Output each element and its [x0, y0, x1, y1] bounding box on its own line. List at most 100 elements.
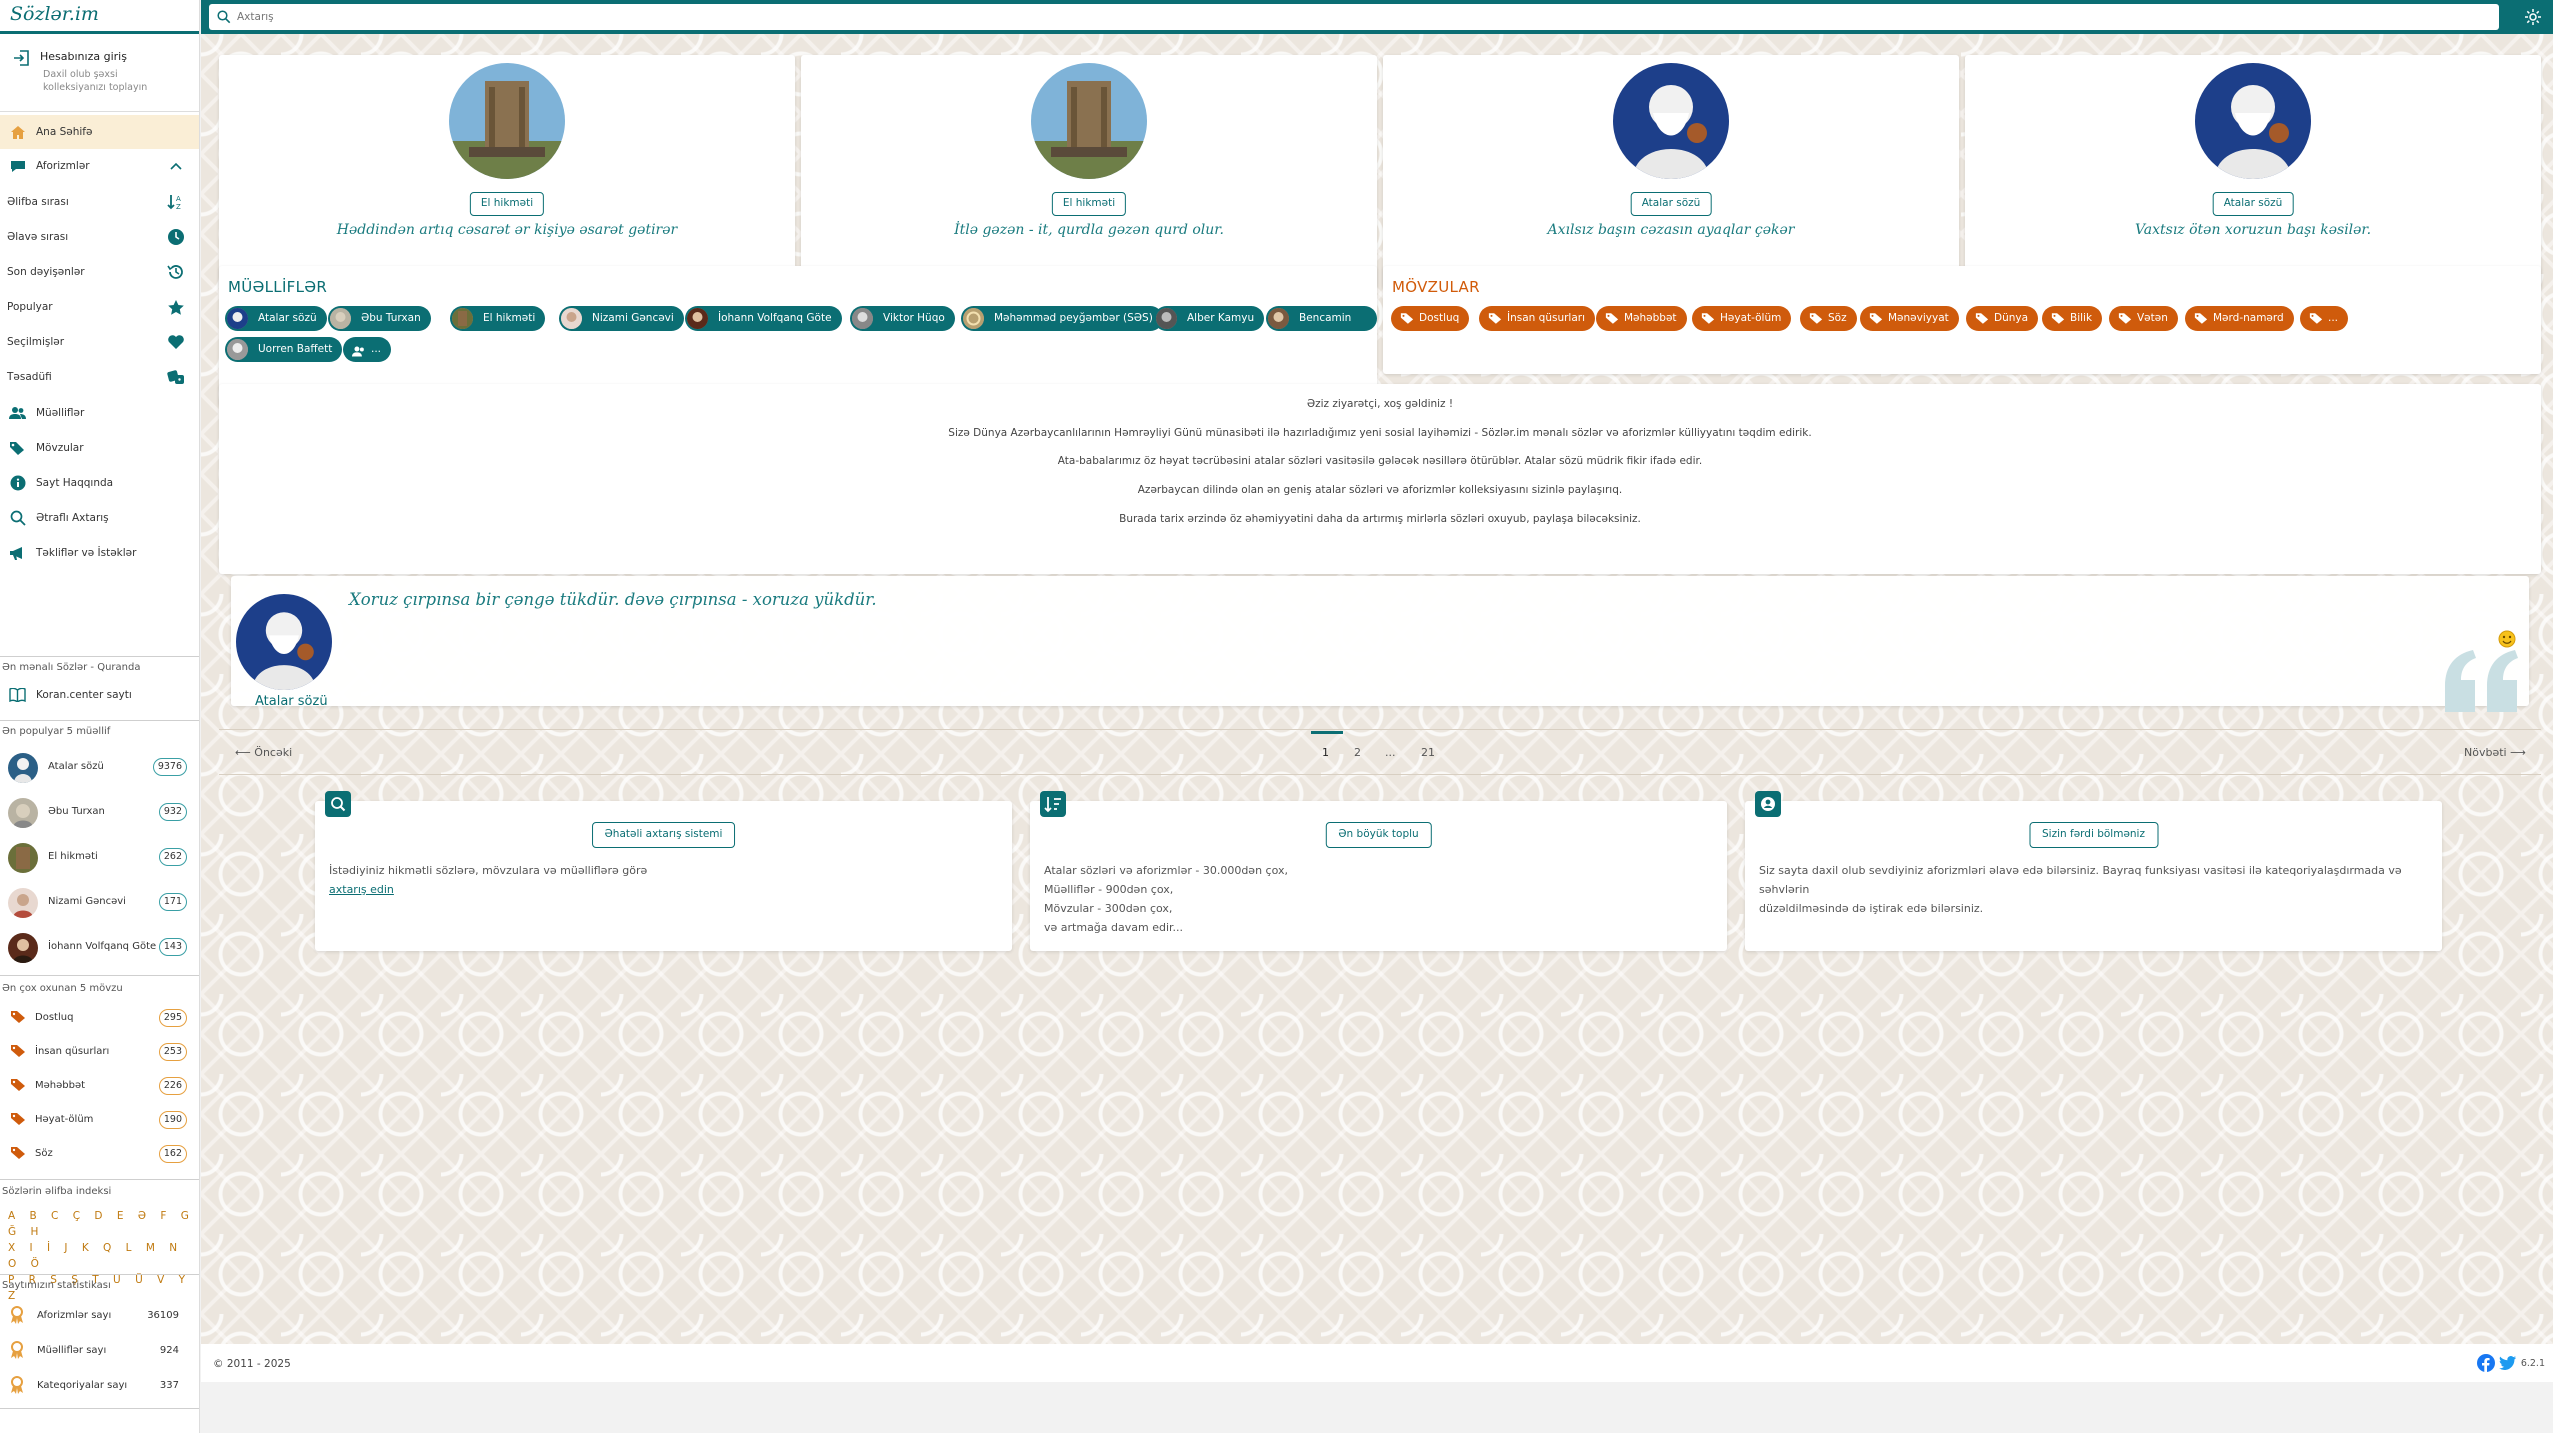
- pager-page[interactable]: 2: [1354, 746, 1361, 759]
- top-topic-row[interactable]: Həyat-ölüm 190: [0, 1102, 199, 1136]
- author-chip[interactable]: Nizami Gəncəvi: [559, 306, 684, 331]
- pager-page[interactable]: 1: [1322, 746, 1329, 759]
- top-author-row[interactable]: Atalar sözü 9376: [0, 749, 199, 783]
- feature-button[interactable]: Ən böyük toplu: [1325, 822, 1432, 848]
- feature-text: Siz sayta daxil olub sevdiyiniz aforizml…: [1759, 861, 2442, 918]
- nav-random-label: Təsadüfi: [7, 371, 52, 383]
- book-icon: [9, 687, 26, 704]
- featured-quote-text[interactable]: Xoruz çırpınsa bir çəngə tükdür. dəvə çı…: [349, 590, 877, 609]
- author-chip[interactable]: İohann Volfqanq Göte: [685, 306, 842, 331]
- pager-page[interactable]: 21: [1421, 746, 1435, 759]
- topic-chip[interactable]: Həyat-ölüm: [1692, 306, 1792, 331]
- nav-aphorisms[interactable]: Aforizmlər: [0, 149, 199, 183]
- top-author-row[interactable]: İohann Volfqanq Göte 143: [0, 929, 199, 963]
- author-pill[interactable]: El hikməti: [469, 192, 545, 216]
- author-chip[interactable]: Bencamin Franklin: [1266, 306, 1377, 349]
- avatar: [1031, 63, 1147, 179]
- chevron-up-icon[interactable]: [167, 157, 185, 175]
- alphabet-row[interactable]: X I İ J K Q L M N O Ö: [8, 1240, 199, 1272]
- stat-row: Aforizmlər sayı 36109: [0, 1298, 199, 1332]
- author-chip[interactable]: El hikməti: [450, 306, 546, 331]
- users-icon: [352, 343, 366, 368]
- top-topic-row[interactable]: Məhəbbət 226: [0, 1068, 199, 1102]
- author-pill[interactable]: Atalar sözü: [1630, 192, 1712, 216]
- top-author-row[interactable]: El hikməti 262: [0, 839, 199, 873]
- quote-text[interactable]: Vaxtsız ötən xoruzun başı kəsilər.: [1965, 222, 2541, 238]
- nav-popular[interactable]: Populyar: [0, 290, 199, 324]
- nav-home[interactable]: Ana Səhifə: [0, 115, 199, 149]
- topic-chip[interactable]: Bilik: [2042, 306, 2103, 331]
- feature-line: Mövzular - 300dən çox,: [1044, 902, 1173, 915]
- avatar: [8, 933, 38, 963]
- nav-recent-changes[interactable]: Son dəyişənlər: [0, 255, 199, 289]
- quran-link[interactable]: Koran.center saytı: [0, 678, 199, 712]
- topic-chip-label: Mərd-namərd: [2213, 312, 2284, 324]
- nav-favorites[interactable]: Seçilmişlər: [0, 325, 199, 359]
- tag-icon: [11, 1147, 25, 1159]
- nav-added-order[interactable]: Əlavə sırası: [0, 220, 199, 254]
- top-topic-row[interactable]: Söz 162: [0, 1136, 199, 1170]
- more-authors-chip[interactable]: ...: [343, 337, 392, 362]
- quote-text[interactable]: İtlə gəzən - it, qurdla gəzən qurd olur.: [801, 222, 1377, 238]
- nav-random[interactable]: Təsadüfi: [0, 360, 199, 394]
- search-input[interactable]: [237, 8, 2437, 26]
- author-chip[interactable]: Alber Kamyu: [1154, 306, 1265, 331]
- nav-advanced-search[interactable]: Ətraflı Axtarış: [0, 501, 199, 535]
- topic-chip[interactable]: Vətən: [2109, 306, 2178, 331]
- top-author-row[interactable]: Əbu Turxan 932: [0, 794, 199, 828]
- topic-chip[interactable]: Dostluq: [1391, 306, 1470, 331]
- quote-card[interactable]: Atalar sözü Axılsız başın cəzasın ayaqla…: [1383, 55, 1959, 288]
- author-pill[interactable]: El hikməti: [1051, 192, 1127, 216]
- alphabet-row[interactable]: A B C Ç D E Ə F G Ğ H: [8, 1208, 199, 1240]
- pager-next[interactable]: Növbəti ⟶: [2464, 746, 2526, 759]
- nav-alphabetical[interactable]: Əlifba sırası AZ: [0, 185, 199, 219]
- nav-topics[interactable]: Mövzular: [0, 431, 199, 465]
- author-pill[interactable]: Atalar sözü: [2212, 192, 2294, 216]
- quote-card[interactable]: El hikməti İtlə gəzən - it, qurdla gəzən…: [801, 55, 1377, 288]
- avatar: [1156, 308, 1177, 329]
- author-chip[interactable]: Atalar sözü: [225, 306, 327, 331]
- feature-line: Siz sayta daxil olub sevdiyiniz aforizml…: [1759, 864, 2402, 896]
- login-title[interactable]: Hesabınıza giriş: [40, 50, 127, 63]
- quote-card[interactable]: El hikməti Həddindən artıq cəsarət ər ki…: [219, 55, 795, 288]
- search-box[interactable]: [209, 4, 2499, 30]
- home-icon: [9, 124, 26, 141]
- top-author-row[interactable]: Nizami Gəncəvi 171: [0, 884, 199, 918]
- search-link[interactable]: axtarış edin: [329, 880, 647, 899]
- featured-author[interactable]: Atalar sözü: [255, 694, 328, 709]
- feature-button[interactable]: Sizin fərdi bölməniz: [2029, 822, 2158, 848]
- nav-suggestions[interactable]: Təkliflər və İstəklər: [0, 536, 199, 570]
- top-topic-row[interactable]: Dostluq 295: [0, 1000, 199, 1034]
- twitter-icon[interactable]: [2499, 1355, 2517, 1371]
- nav-about[interactable]: Sayt Haqqında: [0, 466, 199, 500]
- topic-chip[interactable]: Məhəbbət: [1596, 306, 1687, 331]
- topic-chip[interactable]: Mənəviyyat: [1860, 306, 1959, 331]
- author-chip[interactable]: Uorren Baffett: [225, 337, 343, 362]
- topic-chip[interactable]: Söz: [1800, 306, 1857, 331]
- author-chip[interactable]: Əbu Turxan: [328, 306, 431, 331]
- author-chip[interactable]: Məhəmməd peyğəmbər (SƏS): [961, 306, 1163, 331]
- stats-title: Saytımızın statistikası: [2, 1280, 111, 1291]
- pager-prev[interactable]: ⟵ Öncəki: [235, 746, 292, 759]
- topics-section-title: MÖVZULAR: [1392, 278, 1480, 296]
- nav-about-label: Sayt Haqqında: [36, 477, 114, 489]
- more-topics-chip[interactable]: ...: [2300, 306, 2349, 331]
- quote-card[interactable]: Atalar sözü Vaxtsız ötən xoruzun başı kə…: [1965, 55, 2541, 288]
- featured-quote-card[interactable]: Atalar sözü Xoruz çırpınsa bir çəngə tük…: [231, 576, 2529, 712]
- tag-icon: [1605, 313, 1619, 324]
- quote-text[interactable]: Axılsız başın cəzasın ayaqlar çəkər: [1383, 222, 1959, 238]
- avatar: [8, 798, 38, 828]
- theme-toggle-icon[interactable]: [2525, 9, 2541, 25]
- nav-authors[interactable]: Müəlliflər: [0, 396, 199, 430]
- tag-icon: [11, 1079, 25, 1091]
- feature-button[interactable]: Əhatəli axtarış sistemi: [591, 822, 736, 848]
- facebook-icon[interactable]: [2477, 1354, 2495, 1372]
- top-topic-row[interactable]: İnsan qüsurları 253: [0, 1034, 199, 1068]
- topic-chip[interactable]: Mərd-namərd: [2185, 306, 2294, 331]
- quote-text[interactable]: Həddindən artıq cəsarət ər kişiyə əsarət…: [219, 222, 795, 238]
- author-chip[interactable]: Viktor Hüqo: [850, 306, 955, 331]
- topic-chip[interactable]: Dünya: [1966, 306, 2039, 331]
- login-block[interactable]: Hesabınıza giriş Daxil olub şəxsi kollek…: [0, 34, 199, 112]
- topic-chip[interactable]: İnsan qüsurları: [1479, 306, 1595, 331]
- site-logo[interactable]: Sözlər.im: [0, 0, 199, 34]
